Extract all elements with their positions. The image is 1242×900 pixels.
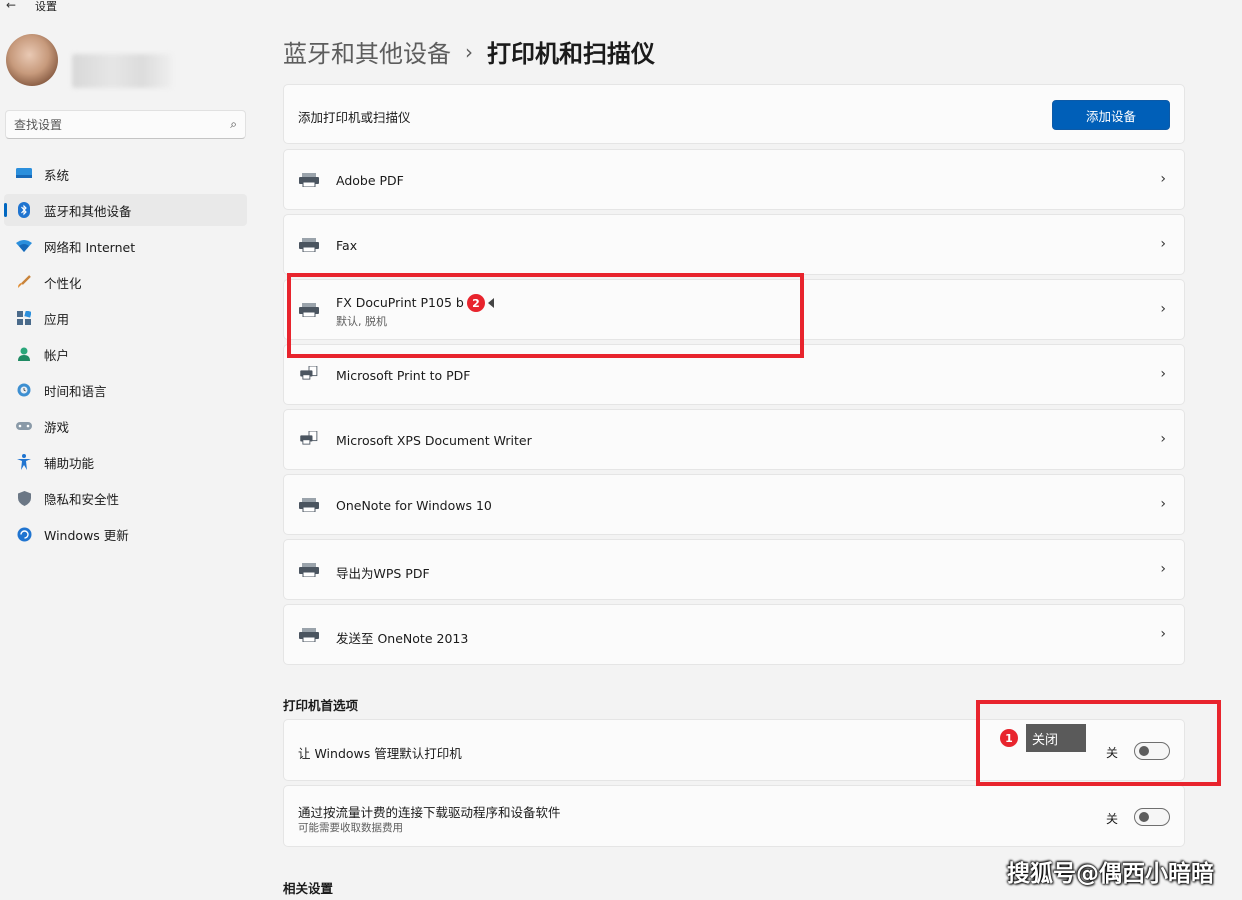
sidebar-item-bluetooth-devices[interactable]: 蓝牙和其他设备 [4, 194, 247, 226]
monitor-icon [16, 166, 32, 182]
printer-icon [299, 628, 319, 642]
sidebar-item-label: 隐私和安全性 [44, 491, 120, 507]
printer-icon [299, 173, 319, 187]
chevron-right-icon: › [1160, 236, 1166, 252]
printer-name: Microsoft XPS Document Writer [336, 433, 532, 448]
metered-download-sub: 可能需要收取数据费用 [298, 822, 403, 834]
annotation-pointer-icon [488, 298, 494, 308]
chevron-right-icon: › [1160, 496, 1166, 512]
chevron-right-icon: › [1160, 301, 1166, 317]
printer-icon [299, 498, 319, 512]
sidebar-item-label: 网络和 Internet [44, 239, 136, 255]
printer-item[interactable]: OneNote for Windows 10 › [283, 474, 1185, 535]
printer-xps-icon [300, 431, 318, 445]
printer-item[interactable]: Fax › [283, 214, 1185, 275]
app-title: 设置 [35, 0, 57, 13]
add-printer-card: 添加打印机或扫描仪 添加设备 [283, 84, 1185, 144]
printer-name: Adobe PDF [336, 173, 404, 188]
manage-default-label: 让 Windows 管理默认打印机 [298, 746, 462, 761]
search-icon[interactable]: ⌕ [230, 117, 237, 132]
shield-icon [16, 490, 32, 506]
printer-item[interactable]: Adobe PDF › [283, 149, 1185, 210]
bluetooth-icon [16, 202, 32, 218]
breadcrumb-separator: › [465, 39, 473, 64]
gamepad-icon [16, 418, 32, 434]
toggle-state-label: 关 [1105, 812, 1118, 826]
printer-item[interactable]: Microsoft XPS Document Writer › [283, 409, 1185, 470]
brush-icon [16, 274, 32, 290]
chevron-right-icon: › [1160, 431, 1166, 447]
metered-download-setting: 通过按流量计费的连接下载驱动程序和设备软件 可能需要收取数据费用 关 [283, 785, 1185, 847]
metered-download-toggle[interactable] [1134, 808, 1170, 826]
metered-download-label: 通过按流量计费的连接下载驱动程序和设备软件 [298, 805, 561, 820]
sidebar-item-gaming[interactable]: 游戏 [4, 410, 247, 442]
accessibility-icon [16, 454, 32, 470]
person-icon [16, 346, 32, 362]
printer-item[interactable]: 发送至 OneNote 2013 › [283, 604, 1185, 665]
toggle-tooltip: 关闭 [1026, 724, 1086, 752]
sidebar-item-accessibility[interactable]: 辅助功能 [4, 446, 247, 478]
related-settings-heading: 相关设置 [283, 881, 334, 896]
printer-name: 发送至 OneNote 2013 [336, 631, 469, 646]
back-arrow-icon[interactable]: ← [6, 0, 16, 12]
annotation-badge-1: 1 [1000, 729, 1018, 747]
sidebar-item-label: 应用 [44, 311, 70, 327]
search-box[interactable]: ⌕ [5, 110, 246, 139]
sidebar-item-label: 辅助功能 [44, 455, 95, 471]
chevron-right-icon: › [1160, 561, 1166, 577]
update-icon [16, 526, 32, 542]
watermark: 搜狐号@偶西小暗暗 [1007, 861, 1214, 887]
sidebar-item-label: 系统 [44, 167, 70, 183]
breadcrumb-parent[interactable]: 蓝牙和其他设备 [283, 34, 451, 69]
sidebar-item-accounts[interactable]: 帐户 [4, 338, 247, 370]
sidebar-item-label: 游戏 [44, 419, 70, 435]
chevron-right-icon: › [1160, 171, 1166, 187]
globe-clock-icon [16, 382, 32, 398]
sidebar-item-label: Windows 更新 [44, 527, 129, 543]
printer-pdf-icon [300, 366, 318, 380]
printer-preferences-heading: 打印机首选项 [283, 698, 359, 713]
sidebar-item-system[interactable]: 系统 [4, 158, 247, 190]
annotation-badge-2: 2 [467, 294, 485, 312]
printer-icon [299, 238, 319, 252]
sidebar-item-network[interactable]: 网络和 Internet [4, 230, 247, 262]
printer-name: Fax [336, 238, 358, 253]
sidebar-item-personalization[interactable]: 个性化 [4, 266, 247, 298]
printer-name: OneNote for Windows 10 [336, 498, 492, 513]
printer-item[interactable]: 导出为WPS PDF › [283, 539, 1185, 600]
sidebar-nav: 系统 蓝牙和其他设备 网络和 Internet 个性化 应用 帐户 时间和语言 … [4, 158, 247, 554]
page-title: 打印机和扫描仪 [487, 40, 655, 68]
apps-icon [16, 310, 32, 326]
chevron-right-icon: › [1160, 366, 1166, 382]
sidebar-item-label: 帐户 [44, 347, 70, 363]
sidebar-item-label: 蓝牙和其他设备 [44, 203, 132, 219]
sidebar-item-label: 个性化 [44, 275, 82, 291]
wifi-icon [16, 238, 32, 254]
add-printer-label: 添加打印机或扫描仪 [298, 110, 411, 125]
add-device-button[interactable]: 添加设备 [1052, 100, 1170, 130]
sidebar-item-windows-update[interactable]: Windows 更新 [4, 518, 247, 550]
printer-name: 导出为WPS PDF [336, 566, 430, 581]
avatar[interactable] [6, 34, 58, 86]
title-bar: ← 设置 [0, 0, 300, 14]
search-input[interactable] [14, 117, 231, 132]
sidebar-item-label: 时间和语言 [44, 383, 107, 399]
chevron-right-icon: › [1160, 626, 1166, 642]
sidebar-item-time-language[interactable]: 时间和语言 [4, 374, 247, 406]
sidebar-item-privacy[interactable]: 隐私和安全性 [4, 482, 247, 514]
sidebar-item-apps[interactable]: 应用 [4, 302, 247, 334]
user-name-blurred [72, 54, 172, 88]
annotation-highlight-printer [287, 273, 804, 358]
printer-icon [299, 563, 319, 577]
breadcrumb: 蓝牙和其他设备 › 打印机和扫描仪 [283, 34, 655, 69]
printer-name: Microsoft Print to PDF [336, 368, 471, 383]
